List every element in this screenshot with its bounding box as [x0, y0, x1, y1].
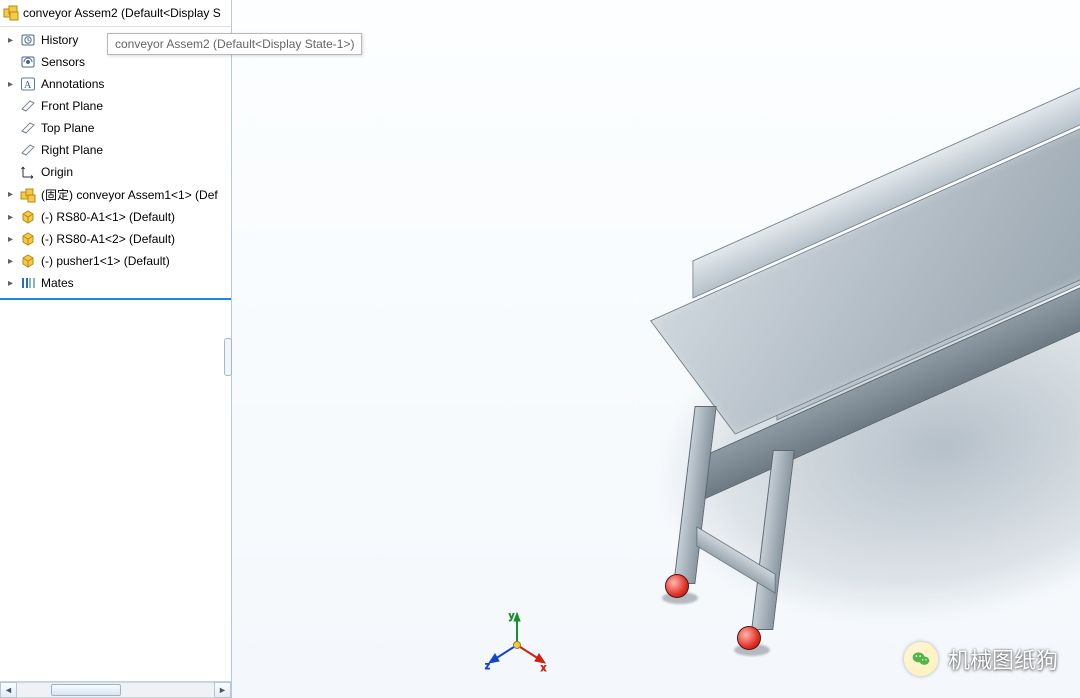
axis-y-label: y	[509, 611, 514, 622]
expand-arrow-icon[interactable]: ▸	[6, 80, 15, 89]
expand-arrow-icon[interactable]: ▸	[6, 213, 15, 222]
scroll-thumb[interactable]	[51, 684, 121, 696]
history-icon	[20, 32, 36, 48]
tree-item-label: (固定) conveyor Assem1<1> (Def	[41, 186, 218, 203]
model-render	[232, 0, 1080, 698]
tree-item[interactable]: ▸ Mates	[0, 272, 231, 294]
tree-tooltip: conveyor Assem2 (Default<Display State-1…	[107, 33, 362, 55]
axis-z-label: z	[485, 661, 490, 672]
origin-icon	[20, 164, 36, 180]
tree-item-label: Top Plane	[41, 121, 94, 135]
tree-item-label: (-) pusher1<1> (Default)	[41, 254, 170, 268]
tree-end-marker	[0, 298, 231, 300]
caster-wheel	[665, 574, 689, 598]
scroll-right-button[interactable]: ►	[214, 682, 231, 698]
expand-arrow-icon[interactable]: ▸	[6, 36, 15, 45]
tree-item-label: Annotations	[41, 77, 104, 91]
tree-item[interactable]: ▸Top Plane	[0, 117, 231, 139]
mates-icon	[20, 275, 36, 291]
part-icon	[20, 231, 36, 247]
plane-icon	[20, 98, 36, 114]
assembly-icon	[3, 5, 19, 21]
axis-x-label: x	[541, 663, 546, 674]
solidworks-app: conveyor Assem2 (Default<Display S ▸ Hist…	[0, 0, 1080, 698]
tree-item[interactable]: ▸Front Plane	[0, 95, 231, 117]
expand-arrow-icon[interactable]: ▸	[6, 257, 15, 266]
tree-item-label: Mates	[41, 276, 74, 290]
tree-item-label: Sensors	[41, 55, 85, 69]
watermark: 机械图纸狗	[904, 642, 1058, 676]
tree-item-label: Origin	[41, 165, 73, 179]
graphics-viewport[interactable]: y x z 机械图纸狗	[232, 0, 1080, 698]
tree-item-label: (-) RS80-A1<1> (Default)	[41, 210, 175, 224]
part-icon	[20, 253, 36, 269]
tree-children: ▸History▸Sensors▸AAnnotations▸Front Plan…	[0, 27, 231, 296]
wechat-icon	[904, 642, 938, 676]
feature-tree[interactable]: conveyor Assem2 (Default<Display S ▸ Hist…	[0, 0, 231, 681]
subasm-icon	[20, 187, 36, 203]
expand-arrow-icon[interactable]: ▸	[6, 190, 15, 199]
watermark-text: 机械图纸狗	[948, 643, 1058, 675]
tree-item-label: (-) RS80-A1<2> (Default)	[41, 232, 175, 246]
feature-tree-panel: conveyor Assem2 (Default<Display S ▸ Hist…	[0, 0, 232, 698]
tree-item-label: History	[41, 33, 78, 47]
orientation-triad[interactable]: y x z	[482, 610, 552, 680]
scroll-left-button[interactable]: ◄	[0, 682, 17, 698]
caster-wheel	[737, 626, 761, 650]
expand-arrow-icon[interactable]: ▸	[6, 279, 15, 288]
plane-icon	[20, 120, 36, 136]
tree-root-label: conveyor Assem2 (Default<Display S	[23, 6, 221, 20]
scroll-track[interactable]	[17, 682, 214, 698]
annotations-icon: A	[20, 76, 36, 92]
sensors-icon	[20, 54, 36, 70]
part-icon	[20, 209, 36, 225]
plane-icon	[20, 142, 36, 158]
svg-text:A: A	[24, 80, 32, 91]
tree-item[interactable]: ▸ (-) RS80-A1<2> (Default)	[0, 228, 231, 250]
tree-root-node[interactable]: conveyor Assem2 (Default<Display S	[0, 0, 231, 27]
tree-item-label: Front Plane	[41, 99, 103, 113]
tree-item[interactable]: ▸Origin	[0, 161, 231, 183]
expand-arrow-icon[interactable]: ▸	[6, 235, 15, 244]
tree-item[interactable]: ▸ (-) RS80-A1<1> (Default)	[0, 206, 231, 228]
tree-h-scrollbar[interactable]: ◄ ►	[0, 681, 231, 698]
conveyor-model	[602, 30, 1080, 600]
tree-item[interactable]: ▸ A Annotations	[0, 73, 231, 95]
tree-item[interactable]: ▸ (固定) conveyor Assem1<1> (Def	[0, 183, 231, 206]
tree-item-label: Right Plane	[41, 143, 103, 157]
panel-resize-grip[interactable]	[224, 338, 232, 376]
tree-item[interactable]: ▸ (-) pusher1<1> (Default)	[0, 250, 231, 272]
tree-item[interactable]: ▸Right Plane	[0, 139, 231, 161]
